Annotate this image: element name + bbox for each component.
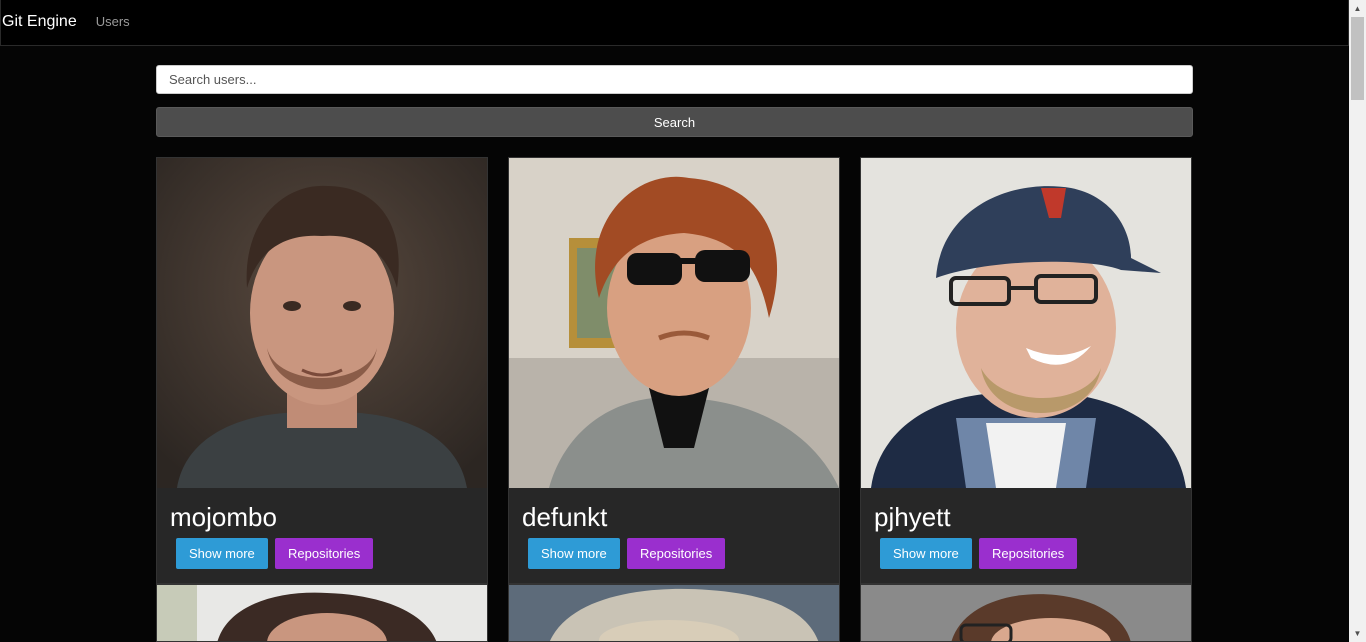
nav-link-users[interactable]: Users <box>96 14 130 29</box>
user-card: pjhyett Show more Repositories <box>860 157 1192 584</box>
user-card <box>508 584 840 642</box>
user-avatar[interactable] <box>509 585 839 641</box>
user-card <box>156 584 488 642</box>
user-avatar[interactable] <box>861 585 1191 641</box>
search-button[interactable]: Search <box>156 107 1193 137</box>
repositories-button[interactable]: Repositories <box>979 538 1078 569</box>
username: pjhyett <box>874 502 951 532</box>
user-avatar[interactable] <box>509 158 839 488</box>
user-avatar[interactable] <box>861 158 1191 488</box>
scroll-up-arrow-icon[interactable]: ▲ <box>1349 0 1366 17</box>
user-card: mojombo Show more Repositories <box>156 157 488 584</box>
show-more-button[interactable]: Show more <box>176 538 268 569</box>
user-card <box>860 584 1192 642</box>
user-avatar[interactable] <box>157 158 487 488</box>
scroll-down-arrow-icon[interactable]: ▼ <box>1349 625 1366 642</box>
show-more-button[interactable]: Show more <box>528 538 620 569</box>
user-avatar[interactable] <box>157 585 487 641</box>
app-brand[interactable]: Git Engine <box>2 13 77 31</box>
repositories-button[interactable]: Repositories <box>627 538 726 569</box>
scroll-thumb[interactable] <box>1351 17 1364 100</box>
username: mojombo <box>170 502 277 532</box>
repositories-button[interactable]: Repositories <box>275 538 374 569</box>
show-more-button[interactable]: Show more <box>880 538 972 569</box>
top-navbar: Git Engine Users <box>0 0 1349 46</box>
username: defunkt <box>522 502 608 532</box>
page-scrollbar[interactable]: ▲ ▼ <box>1349 0 1366 642</box>
search-input[interactable] <box>156 65 1193 94</box>
user-card: defunkt Show more Repositories <box>508 157 840 584</box>
